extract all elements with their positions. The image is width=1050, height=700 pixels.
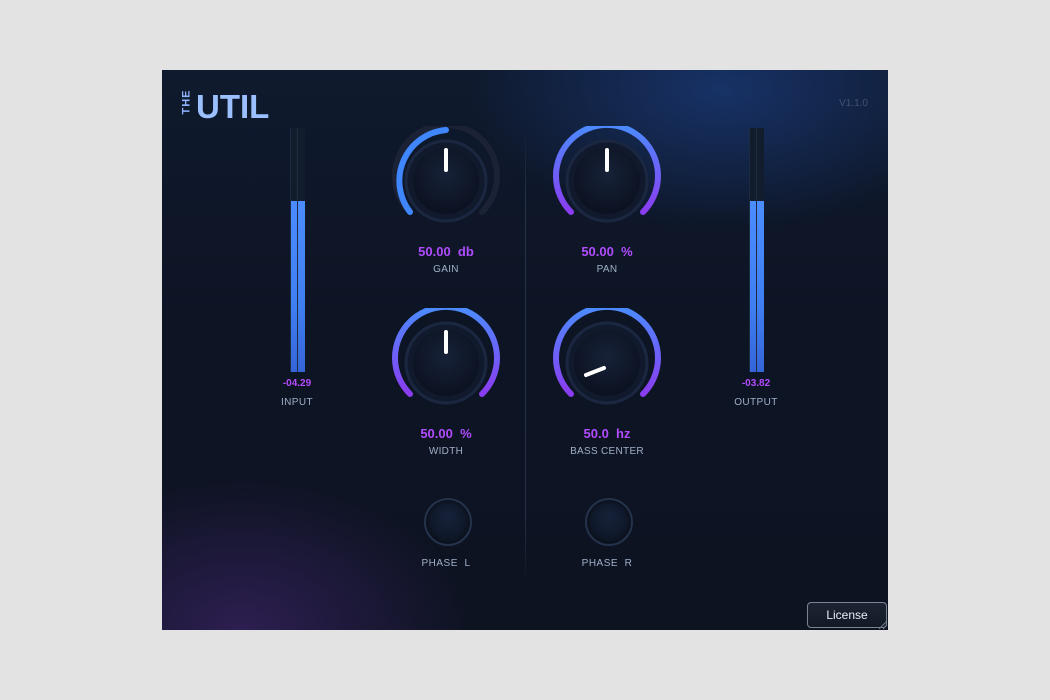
input-meter-right <box>297 128 305 372</box>
phase-l-button[interactable] <box>424 498 472 546</box>
license-button[interactable]: License <box>807 602 887 628</box>
gain-knob-control: 50.00 db GAIN <box>381 126 511 276</box>
input-meter-right-fill <box>298 201 305 372</box>
output-meter-right-fill <box>757 201 764 372</box>
logo-the: THE <box>180 89 193 115</box>
phase-l-label: PHASE L <box>421 558 471 569</box>
bass-center-label: BASS CENTER <box>570 446 644 457</box>
phase-r-button[interactable] <box>585 498 633 546</box>
pan-knob[interactable] <box>552 126 662 236</box>
version-label: V1.1.0 <box>839 98 868 109</box>
logo-util: UTIL <box>196 88 270 125</box>
gain-label: GAIN <box>433 264 459 275</box>
width-label: WIDTH <box>428 446 464 457</box>
bass-center-value: 50.0 hz <box>583 426 631 441</box>
phase-r-label: PHASE R <box>581 558 633 569</box>
bass-center-knob[interactable] <box>552 308 662 418</box>
center-divider <box>525 130 526 585</box>
width-value: 50.00 % <box>420 426 472 441</box>
output-meter-label: OUTPUT <box>734 397 778 408</box>
input-meter-label: INPUT <box>281 397 313 408</box>
bass-center-knob-control: 50.0 hz BASS CENTER <box>542 308 672 458</box>
output-meter-right <box>756 128 764 372</box>
gain-knob[interactable] <box>391 126 501 236</box>
plugin-window: THE UTIL V1.1.0 -04.29 INPUT -03.82 OUTP… <box>162 70 888 630</box>
resize-grip-icon[interactable] <box>876 618 888 630</box>
width-knob-control: 50.00 % WIDTH <box>381 308 511 458</box>
phase-l-control: PHASE L <box>401 498 491 588</box>
output-meter-value: -03.82 <box>741 378 771 389</box>
pan-value: 50.00 % <box>581 244 633 259</box>
phase-r-control: PHASE R <box>562 498 652 588</box>
pan-knob-control: 50.00 % PAN <box>542 126 672 276</box>
width-knob[interactable] <box>391 308 501 418</box>
pan-label: PAN <box>596 264 618 275</box>
gain-value: 50.00 db <box>418 244 474 259</box>
input-meter-value: -04.29 <box>282 378 312 389</box>
